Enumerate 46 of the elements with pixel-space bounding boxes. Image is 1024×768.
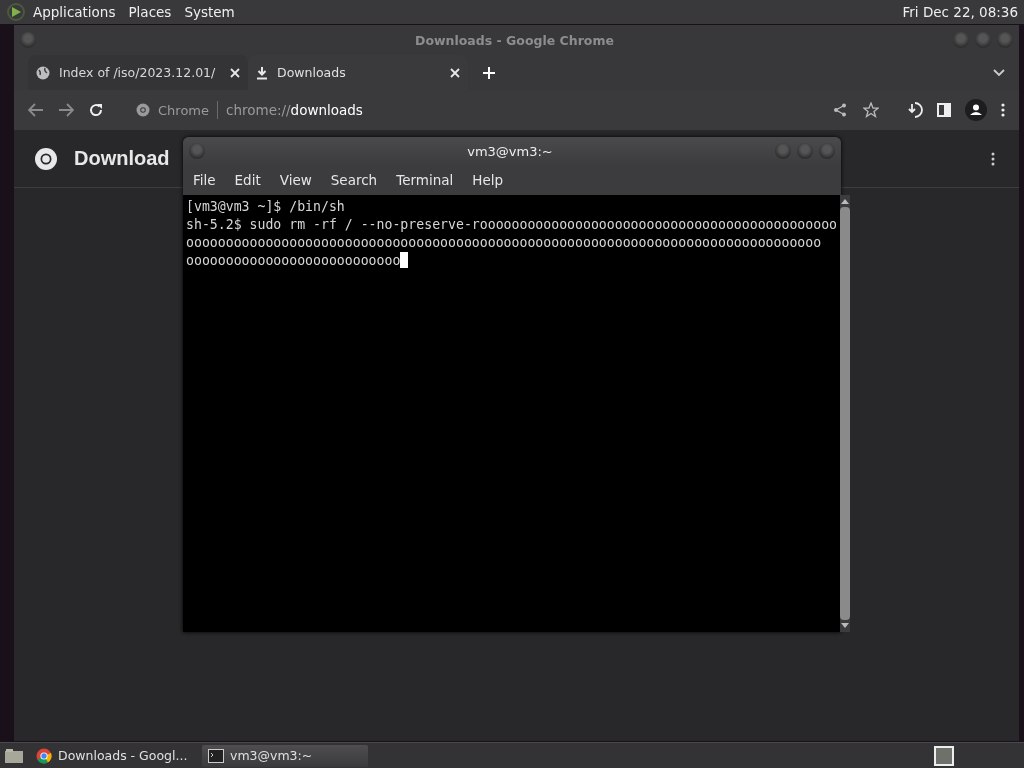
terminal-line: [vm3@vm3 ~]$ /bin/sh bbox=[186, 198, 345, 214]
terminal-line: sh-5.2$ sudo rm -rf / --no-preserve-rooooooooooooooooooooooooooooooooooooooooooooo bbox=[186, 216, 838, 232]
taskbar-item[interactable]: Downloads - Googl... bbox=[30, 744, 196, 767]
chrome-logo-icon bbox=[34, 146, 58, 171]
window-title: Downloads - Google Chrome bbox=[414, 32, 615, 48]
window-title: vm3@vm3:~ bbox=[466, 143, 554, 159]
scroll-down-icon[interactable] bbox=[841, 623, 850, 629]
menu-icon[interactable] bbox=[991, 151, 995, 166]
clock[interactable]: Fri Dec 22, 08:36 bbox=[902, 4, 1018, 20]
play-logo-icon[interactable] bbox=[6, 2, 26, 22]
menu-item[interactable]: Search bbox=[330, 172, 378, 188]
profile-icon[interactable] bbox=[965, 99, 987, 121]
globe-icon bbox=[36, 65, 50, 80]
panel-menu[interactable]: Places bbox=[128, 4, 172, 20]
download-icon bbox=[256, 65, 268, 80]
text-cursor bbox=[400, 252, 409, 268]
menu-item[interactable]: Edit bbox=[234, 172, 261, 188]
terminal-line: oooooooooooooooooooooooooooooooooooooooooooooooooooooooooooooooooooooooooooooooo bbox=[186, 234, 822, 250]
page-title: Download bbox=[74, 147, 170, 170]
menu-item[interactable]: File bbox=[193, 172, 216, 188]
desktop-icon[interactable] bbox=[4, 747, 24, 764]
site-label: Chrome bbox=[158, 102, 209, 118]
panel-menu[interactable]: Applications bbox=[33, 4, 116, 20]
menu-item[interactable]: Terminal bbox=[396, 172, 454, 188]
workspace-switcher[interactable] bbox=[934, 745, 954, 766]
star-icon[interactable] bbox=[863, 102, 879, 118]
menu-item[interactable]: Help bbox=[472, 172, 504, 188]
url-text: chrome://downloads bbox=[226, 102, 363, 118]
chrome-logo-icon bbox=[136, 103, 150, 117]
reload-icon[interactable] bbox=[88, 102, 104, 118]
forward-icon[interactable] bbox=[58, 103, 74, 117]
terminal-icon bbox=[208, 748, 224, 763]
panel-menu[interactable]: System bbox=[184, 4, 235, 20]
taskbar-item[interactable]: vm3@vm3:~ bbox=[202, 744, 368, 767]
menu-item[interactable]: View bbox=[279, 172, 312, 188]
menu-icon[interactable] bbox=[1001, 103, 1005, 117]
chevron-down-icon[interactable] bbox=[993, 68, 1005, 77]
chrome-logo-icon bbox=[36, 747, 52, 764]
download-icon[interactable] bbox=[905, 101, 923, 119]
back-icon[interactable] bbox=[28, 103, 44, 117]
side-panel-icon[interactable] bbox=[937, 103, 951, 117]
scroll-up-icon[interactable] bbox=[841, 198, 850, 204]
terminal-line: ooooooooooooooooooooooooooo bbox=[186, 252, 401, 268]
new-tab-icon[interactable] bbox=[482, 65, 496, 80]
share-icon[interactable] bbox=[833, 103, 847, 117]
browser-tab[interactable]: Index of /iso/2023.12.01/ bbox=[28, 55, 248, 90]
